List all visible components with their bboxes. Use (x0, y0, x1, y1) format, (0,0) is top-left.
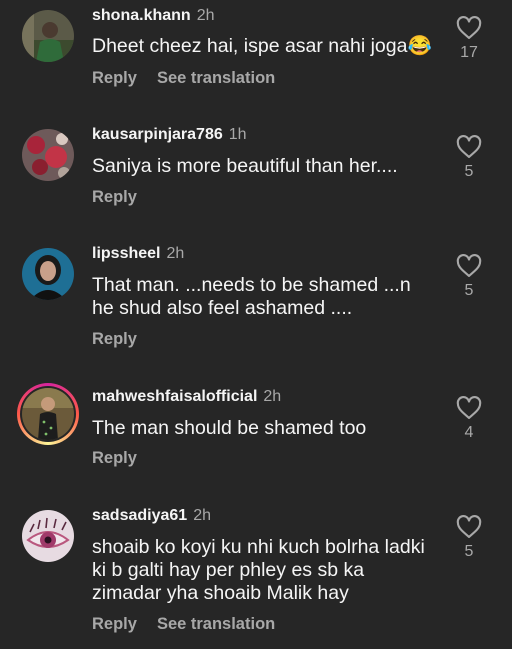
heart-icon[interactable] (455, 513, 483, 541)
heart-icon[interactable] (455, 14, 483, 42)
like-count: 5 (464, 543, 474, 560)
avatar (20, 386, 76, 442)
heart-icon[interactable] (455, 133, 483, 161)
avatar-story-ring[interactable] (17, 383, 79, 445)
reply-button[interactable]: Reply (92, 615, 137, 633)
comment-text: shoaib ko koyi ku nhi kuch bolrha ladki … (92, 536, 425, 604)
like-count: 5 (464, 163, 474, 180)
heart-icon[interactable] (455, 252, 483, 280)
avatar[interactable] (22, 510, 74, 562)
reply-button[interactable]: Reply (92, 330, 137, 348)
heart-icon[interactable] (455, 394, 483, 422)
avatar[interactable] (22, 129, 74, 181)
reply-button[interactable]: Reply (92, 69, 137, 87)
timestamp: 2h (196, 7, 215, 24)
like-count: 17 (460, 44, 478, 61)
username[interactable]: lipssheel (92, 245, 160, 262)
like-count: 5 (464, 282, 474, 299)
username[interactable]: sadsadiya61 (92, 507, 187, 524)
username[interactable]: shona.khann (92, 7, 191, 24)
timestamp: 1h (228, 126, 247, 143)
see-translation-button[interactable]: See translation (157, 615, 275, 633)
reply-button[interactable]: Reply (92, 188, 137, 206)
username[interactable]: mahweshfaisalofficial (92, 388, 257, 405)
comment-text: That man. ...needs to be shamed ...n he … (92, 274, 411, 319)
like-count: 4 (464, 424, 474, 441)
timestamp: 2h (263, 388, 282, 405)
reply-button[interactable]: Reply (92, 449, 137, 467)
timestamp: 2h (193, 507, 211, 524)
username[interactable]: kausarpinjara786 (92, 126, 223, 143)
timestamp: 2h (166, 245, 185, 262)
comment-text: Saniya is more beautiful than her.... (92, 155, 398, 177)
avatar[interactable] (22, 248, 74, 300)
comment-text: The man should be shamed too (92, 417, 367, 439)
comment-text: Dheet cheez hai, ispe asar nahi joga😂 (92, 35, 432, 57)
avatar[interactable] (22, 10, 74, 62)
see-translation-button[interactable]: See translation (157, 69, 275, 87)
